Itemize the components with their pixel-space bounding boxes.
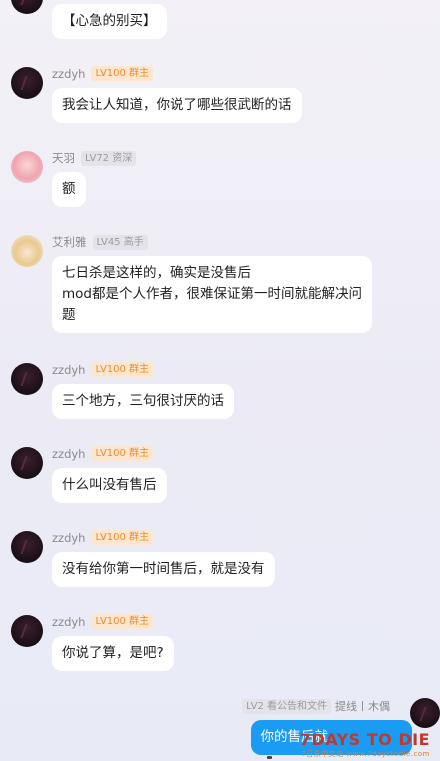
user-avatar[interactable]	[11, 447, 43, 479]
user-avatar[interactable]	[11, 235, 43, 267]
level-badge: LV100 群主	[91, 446, 154, 461]
site-watermark-logo: 7DAYS TO DIE 7日杀中文站 www.7daystodie.com	[300, 730, 430, 759]
sender-info: zzdyh LV100 群主	[52, 614, 154, 629]
user-avatar[interactable]	[11, 363, 43, 395]
message-bubble: 额	[52, 172, 86, 207]
sender-info: zzdyh LV100 群主	[52, 66, 154, 81]
message-bubble: 你说了算，是吧?	[52, 636, 174, 671]
sender-info: zzdyh LV100 群主	[52, 362, 154, 377]
sender-info: 天羽 LV72 资深	[52, 150, 137, 166]
sender-name[interactable]: zzdyh	[52, 531, 85, 545]
message-bubble: 三个地方，三句很讨厌的话	[52, 384, 234, 419]
sender-info: zzdyh LV100 群主	[52, 446, 154, 461]
level-badge: LV100 群主	[91, 66, 154, 81]
level-badge: LV72 资深	[81, 150, 137, 166]
level-badge: LV2 看公告和文件	[242, 698, 331, 714]
sender-name[interactable]: 天羽	[52, 150, 75, 166]
user-avatar[interactable]	[11, 67, 43, 99]
sender-name[interactable]: 艾利雅	[52, 234, 87, 250]
sender-info: 艾利雅 LV45 高手	[52, 234, 148, 250]
scroll-indicator[interactable]	[267, 756, 272, 759]
message-bubble: 七日杀是这样的，确实是没售后 mod都是个人作者，很难保证第一时间就能解决问题	[52, 256, 372, 333]
user-avatar[interactable]	[11, 615, 43, 647]
watermark-main: 7DAYS TO DIE	[299, 730, 430, 749]
message-bubble: 【心急的别买】	[52, 4, 167, 39]
sender-name[interactable]: zzdyh	[52, 67, 85, 81]
sender-info: LV2 看公告和文件 提线丨木偶	[242, 698, 390, 714]
sender-name[interactable]: 提线丨木偶	[335, 698, 390, 714]
sender-name[interactable]: zzdyh	[52, 615, 85, 629]
user-avatar[interactable]	[11, 0, 43, 14]
level-badge: LV100 群主	[91, 530, 154, 545]
watermark-sub: 7日杀中文站 www.7daystodie.com	[301, 750, 430, 758]
sender-name[interactable]: zzdyh	[52, 363, 85, 377]
sender-info: zzdyh LV100 群主	[52, 530, 154, 545]
message-bubble: 什么叫没有售后	[52, 468, 167, 503]
level-badge: LV100 群主	[91, 362, 154, 377]
user-avatar[interactable]	[11, 531, 43, 563]
level-badge: LV45 高手	[92, 234, 148, 250]
message-bubble: 没有给你第一时间售后，就是没有	[52, 552, 275, 587]
sender-name[interactable]: zzdyh	[52, 447, 85, 461]
level-badge: LV100 群主	[91, 614, 154, 629]
message-bubble: 我会让人知道，你说了哪些很武断的话	[52, 88, 302, 123]
user-avatar[interactable]	[11, 151, 43, 183]
user-avatar[interactable]	[410, 698, 440, 728]
